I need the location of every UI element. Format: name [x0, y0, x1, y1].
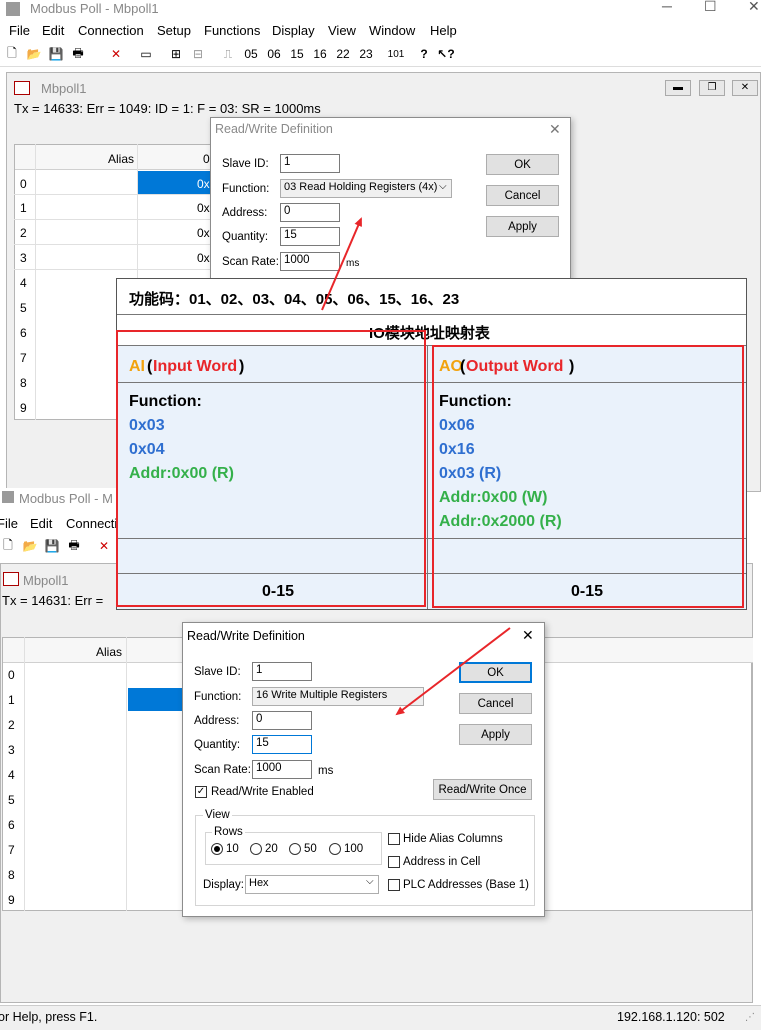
annotation-arrows: [321, 217, 511, 716]
resize-grip-icon[interactable]: ⋰: [745, 1012, 755, 1023]
arrow-to-dialog-1: [321, 217, 362, 311]
status-help: or Help, press F1.: [0, 1010, 98, 1024]
status-bar: or Help, press F1. 192.168.1.120: 502 ⋰: [0, 1005, 761, 1030]
arrow-to-dialog-2: [395, 627, 511, 716]
status-address: 192.168.1.120: 502: [617, 1010, 725, 1024]
